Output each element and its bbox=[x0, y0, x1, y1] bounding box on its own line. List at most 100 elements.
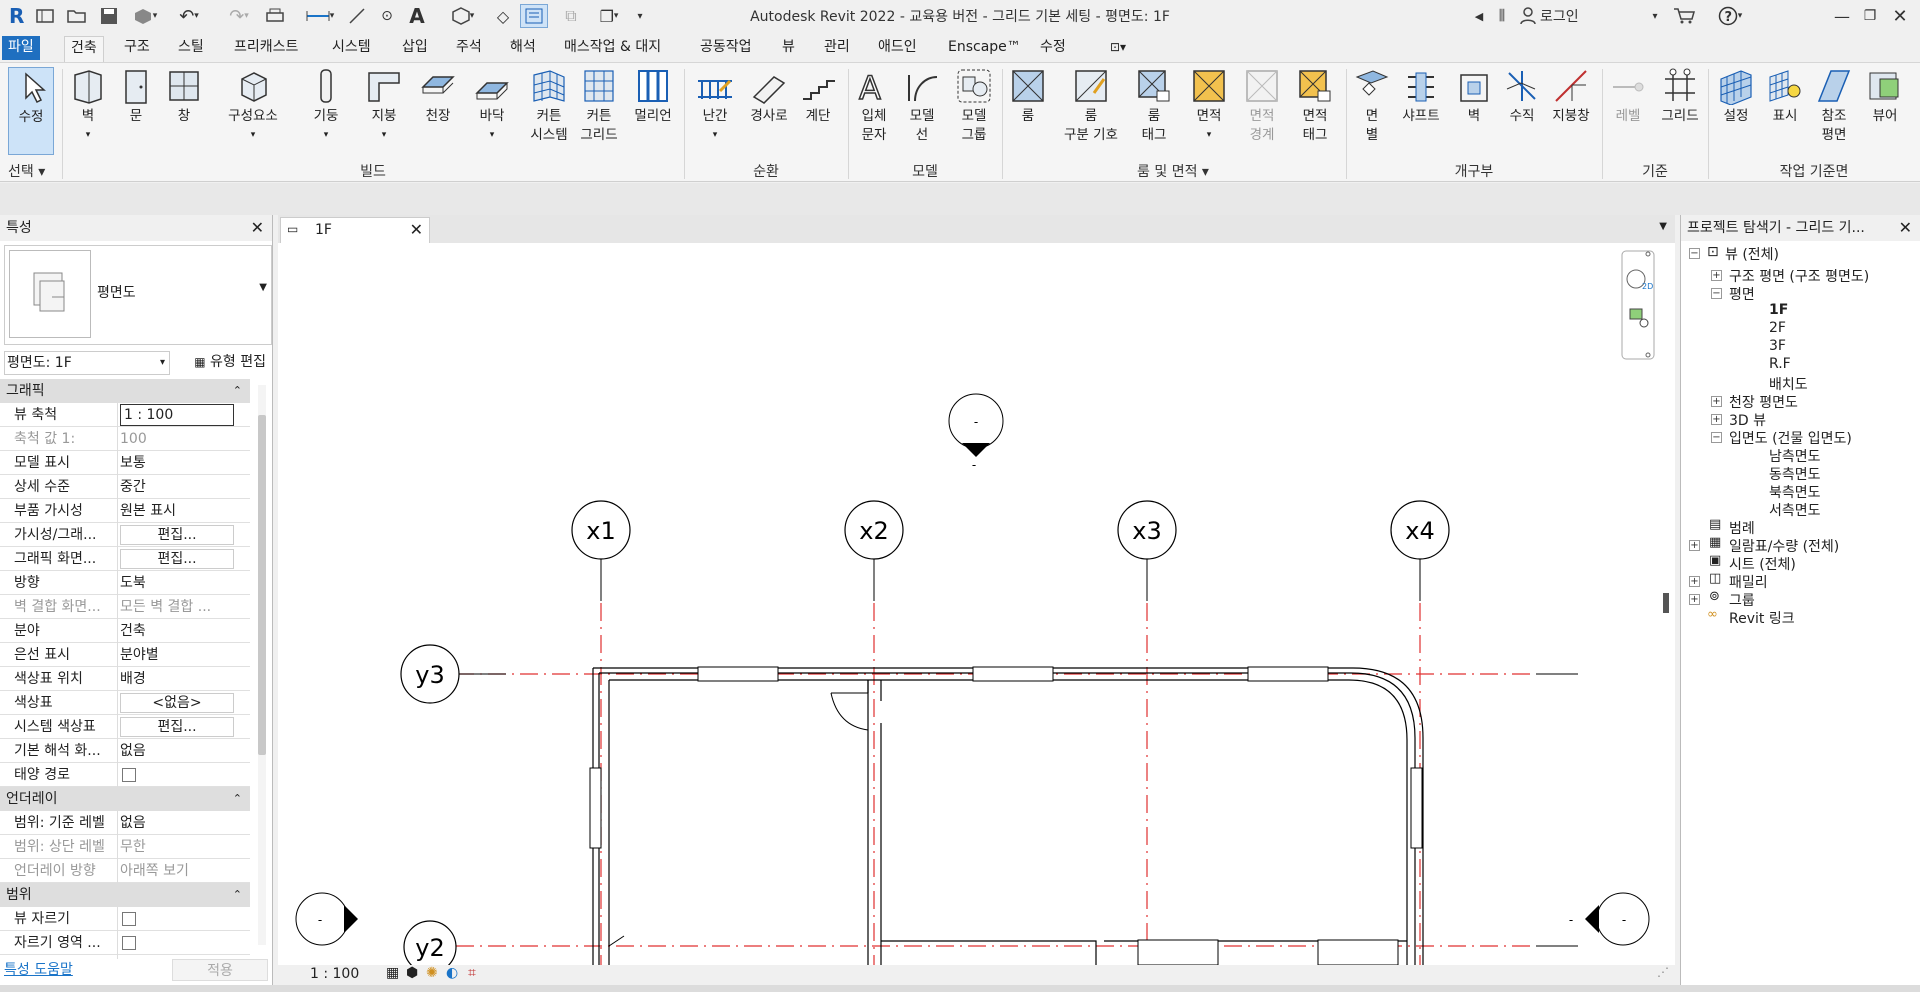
property-edit-button[interactable]: 편집... bbox=[120, 549, 234, 569]
model-text-button[interactable]: A 입체 문자 bbox=[852, 67, 896, 145]
tree-node-groups[interactable]: 그룹 bbox=[1729, 590, 1755, 610]
tree-node-elev-east[interactable]: 동측면도 bbox=[1769, 464, 1821, 484]
apply-button[interactable]: 적용 bbox=[172, 959, 268, 981]
select-dropdown[interactable]: 선택 ▾ bbox=[8, 161, 56, 181]
vertical-opening-button[interactable]: 수직 bbox=[1500, 67, 1544, 126]
mullion-button[interactable]: 멀리언 bbox=[628, 67, 678, 126]
tab-collaborate[interactable]: 공동작업 bbox=[694, 36, 758, 60]
property-edit-button[interactable]: <없음> bbox=[120, 693, 234, 713]
tab-addins[interactable]: 애드인 bbox=[872, 36, 923, 60]
expand-families-icon[interactable]: + bbox=[1689, 576, 1700, 587]
dormer-button[interactable]: 지붕창 bbox=[1546, 67, 1596, 126]
close-browser-icon[interactable]: ✕ bbox=[1899, 215, 1912, 241]
tree-node-3d-views[interactable]: 3D 뷰 bbox=[1729, 410, 1766, 430]
ceiling-button[interactable]: 천장 bbox=[416, 67, 460, 126]
view-tab-1f[interactable]: ▭ 1F ✕ bbox=[280, 217, 430, 243]
collapse-floor-plans-icon[interactable]: − bbox=[1711, 288, 1722, 299]
tab-architecture[interactable]: 건축 bbox=[64, 36, 104, 63]
properties-scrollbar[interactable] bbox=[258, 385, 266, 945]
resize-grip-icon[interactable]: ⋰ bbox=[1657, 965, 1669, 979]
stair-button[interactable]: 계단 bbox=[796, 67, 840, 126]
detail-level-icon[interactable]: ▦ bbox=[386, 965, 399, 981]
show-workplane-button[interactable]: 표시 bbox=[1762, 67, 1808, 126]
door-button[interactable]: 문 bbox=[114, 67, 158, 126]
tree-node-structural-plans[interactable]: 구조 평면 (구조 평면도) bbox=[1729, 266, 1869, 286]
floor-button[interactable]: 바닥 ▾ bbox=[470, 67, 514, 145]
login-button[interactable]: 로그인 bbox=[1540, 4, 1610, 28]
collapse-views-icon[interactable]: − bbox=[1689, 248, 1700, 259]
properties-section-header[interactable]: 언더레이 ⌃ bbox=[0, 787, 250, 811]
tab-list-dropdown-icon[interactable]: ▼ bbox=[1659, 221, 1667, 232]
tab-manage[interactable]: 관리 bbox=[818, 36, 856, 60]
room-tag-button[interactable]: 룸 태그 bbox=[1130, 67, 1178, 145]
tab-annotate[interactable]: 주석 bbox=[450, 36, 488, 60]
property-value[interactable]: 보통 bbox=[120, 451, 234, 475]
elevation-marker-west[interactable] bbox=[295, 892, 358, 946]
modify-button[interactable]: 수정 bbox=[8, 67, 54, 155]
tree-node-plan-2f[interactable]: 2F bbox=[1769, 320, 1786, 336]
properties-scroll-thumb[interactable] bbox=[258, 415, 266, 755]
type-dropdown-icon[interactable]: ▼ bbox=[259, 282, 267, 293]
property-value[interactable]: 도북 bbox=[120, 571, 234, 595]
collapse-elevations-icon[interactable]: − bbox=[1711, 432, 1722, 443]
properties-section-header[interactable]: 그래픽 ⌃ bbox=[0, 379, 250, 403]
wall-button[interactable]: 벽 ▾ bbox=[66, 67, 110, 145]
window-button[interactable]: 창 bbox=[162, 67, 206, 126]
room-button[interactable]: 룸 bbox=[1006, 67, 1050, 126]
railing-button[interactable]: 난간 ▾ bbox=[690, 67, 740, 145]
tree-node-families[interactable]: 패밀리 bbox=[1729, 572, 1768, 592]
window-openings[interactable] bbox=[589, 666, 1423, 965]
sun-path-icon[interactable]: ✺ bbox=[426, 965, 438, 981]
tree-node-elev-west[interactable]: 서측면도 bbox=[1769, 500, 1821, 520]
elevation-marker-east[interactable] bbox=[1585, 892, 1650, 946]
tab-view[interactable]: 뷰 bbox=[776, 36, 801, 60]
crop-view-icon[interactable]: ⌗ bbox=[468, 965, 476, 981]
tab-file[interactable]: 파일 bbox=[2, 36, 40, 60]
set-workplane-button[interactable]: 설정 bbox=[1712, 67, 1760, 126]
view-selector[interactable]: 평면도: 1F ▾ bbox=[4, 351, 170, 375]
type-selector[interactable]: 평면도 ▼ bbox=[4, 245, 272, 345]
tab-structure[interactable]: 구조 bbox=[118, 36, 156, 60]
login-dropdown-icon[interactable]: ▾ bbox=[1648, 4, 1662, 28]
drawing-canvas[interactable]: - - x1 x2 x3 x4 y3 - y2 - - 2D bbox=[278, 243, 1675, 965]
tab-massing-site[interactable]: 매스작업 & 대지 bbox=[558, 36, 667, 60]
shaft-button[interactable]: 샤프트 bbox=[1396, 67, 1446, 126]
by-face-button[interactable]: 면 별 bbox=[1350, 67, 1394, 145]
expand-3d-icon[interactable]: + bbox=[1711, 414, 1722, 425]
model-line-button[interactable]: 모델 선 bbox=[900, 67, 944, 145]
property-value[interactable]: 건축 bbox=[120, 619, 234, 643]
curtain-grid-button[interactable]: 커튼 그리드 bbox=[574, 67, 624, 145]
building-walls[interactable] bbox=[592, 667, 1424, 965]
collapse-section-icon[interactable]: ⌃ bbox=[233, 379, 242, 403]
close-properties-icon[interactable]: ✕ bbox=[251, 215, 264, 241]
tree-node-plan-site[interactable]: 배치도 bbox=[1769, 374, 1808, 394]
tree-node-floor-plans[interactable]: 평면 bbox=[1729, 284, 1755, 304]
tree-node-schedules[interactable]: 일람표/수량 (전체) bbox=[1729, 536, 1839, 556]
property-edit-button[interactable]: 편집... bbox=[120, 717, 234, 737]
close-view-tab-icon[interactable]: ✕ bbox=[410, 220, 423, 239]
area-boundary-button[interactable]: 면적 경계 bbox=[1238, 67, 1286, 145]
tab-modify[interactable]: 수정 bbox=[1034, 36, 1072, 60]
properties-section-header[interactable]: 범위 ⌃ bbox=[0, 883, 250, 907]
ramp-button[interactable]: 경사로 bbox=[744, 67, 794, 126]
expand-schedules-icon[interactable]: + bbox=[1689, 540, 1700, 551]
tab-systems[interactable]: 시스템 bbox=[326, 36, 377, 60]
collapse-section-icon[interactable]: ⌃ bbox=[233, 883, 242, 907]
tree-node-ceiling-plans[interactable]: 천장 평면도 bbox=[1729, 392, 1798, 412]
cart-icon[interactable] bbox=[1672, 4, 1696, 28]
tree-node-revit-links[interactable]: Revit 링크 bbox=[1729, 608, 1795, 628]
property-value[interactable]: 없음 bbox=[120, 811, 234, 835]
tab-enscape[interactable]: Enscape™ bbox=[942, 36, 1027, 60]
ref-plane-button[interactable]: 참조 평면 bbox=[1810, 67, 1858, 145]
tree-node-sheets[interactable]: 시트 (전체) bbox=[1729, 554, 1796, 574]
property-value[interactable]: 분야별 bbox=[120, 643, 234, 667]
expand-structural-icon[interactable]: + bbox=[1711, 270, 1722, 281]
column-button[interactable]: 기둥 ▾ bbox=[306, 67, 346, 145]
tab-precast[interactable]: 프리캐스트 bbox=[228, 36, 304, 60]
grid-button[interactable]: 그리드 bbox=[1656, 67, 1704, 126]
help-icon[interactable]: ? ▾ bbox=[1712, 4, 1748, 28]
shadows-icon[interactable]: ◐ bbox=[446, 965, 458, 981]
area-tag-button[interactable]: 면적 태그 bbox=[1290, 67, 1340, 145]
model-group-button[interactable]: 모델 그룹 bbox=[950, 67, 998, 145]
expand-ceiling-icon[interactable]: + bbox=[1711, 396, 1722, 407]
